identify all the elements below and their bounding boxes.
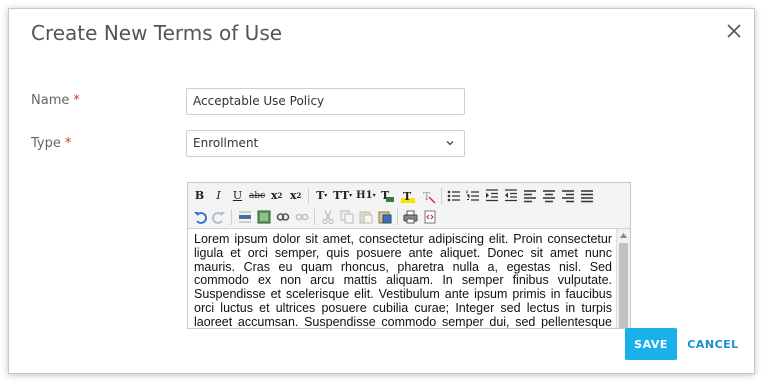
chevron-down-icon	[446, 141, 454, 146]
bold-icon[interactable]: B	[190, 187, 209, 205]
toolbar-separator	[314, 208, 315, 225]
type-select[interactable]: Enrollment	[186, 130, 465, 157]
align-center-icon[interactable]	[540, 187, 559, 205]
type-select-value: Enrollment	[193, 136, 259, 150]
name-input[interactable]: Acceptable Use Policy	[186, 88, 465, 115]
toolbar-separator	[397, 208, 398, 225]
scrollbar-thumb[interactable]	[619, 243, 628, 328]
font-color-icon[interactable]: T	[378, 187, 398, 205]
type-label-text: Type	[31, 136, 61, 151]
name-label-text: Name	[31, 93, 70, 108]
align-right-icon[interactable]	[559, 187, 578, 205]
align-left-icon[interactable]	[521, 187, 540, 205]
copy-icon[interactable]	[337, 208, 356, 226]
save-button[interactable]: SAVE	[625, 328, 677, 360]
justify-icon[interactable]	[578, 187, 597, 205]
italic-icon[interactable]: I	[209, 187, 228, 205]
undo-icon[interactable]	[190, 208, 209, 226]
bullet-list-icon[interactable]	[445, 187, 464, 205]
name-required-mark: *	[73, 93, 80, 108]
source-code-icon[interactable]	[420, 208, 439, 226]
editor-content[interactable]: Lorem ipsum dolor sit amet, consectetur …	[188, 229, 616, 328]
highlight-icon[interactable]: T	[398, 187, 418, 205]
horizontal-rule-icon[interactable]	[235, 208, 254, 226]
terms-of-use-dialog: Create New Terms of Use Name * Acceptable…	[8, 8, 755, 374]
image-icon[interactable]	[254, 208, 273, 226]
subscript-icon[interactable]: x2	[267, 187, 286, 205]
svg-text:T: T	[403, 190, 412, 203]
editor-scrollbar[interactable]	[616, 229, 630, 328]
rich-text-editor[interactable]: B I U abc x2 x2 T ▾ TT ▾ H1 ▾ T T T Lore…	[187, 182, 631, 329]
strikethrough-icon[interactable]: abc	[247, 187, 267, 205]
unlink-icon[interactable]	[292, 208, 311, 226]
paste-icon[interactable]	[356, 208, 375, 226]
underline-icon[interactable]: U	[228, 187, 247, 205]
toolbar-separator	[308, 187, 310, 204]
print-icon[interactable]	[401, 208, 420, 226]
dialog-title: Create New Terms of Use	[31, 21, 283, 45]
font-size-icon[interactable]: T ▾	[312, 187, 331, 205]
indent-icon[interactable]	[483, 187, 502, 205]
toolbar-separator	[440, 187, 442, 204]
text-size-icon[interactable]: TT ▾	[331, 187, 354, 205]
name-label: Name *	[31, 93, 80, 108]
scroll-up-icon[interactable]	[620, 233, 627, 238]
svg-text:T: T	[423, 190, 431, 203]
link-icon[interactable]	[273, 208, 292, 226]
type-required-mark: *	[64, 136, 72, 151]
cancel-button[interactable]: CANCEL	[685, 328, 741, 360]
heading-icon[interactable]: H1 ▾	[354, 187, 377, 205]
editor-toolbar: B I U abc x2 x2 T ▾ TT ▾ H1 ▾ T T T	[188, 183, 630, 229]
numbered-list-icon[interactable]	[464, 187, 483, 205]
clear-format-icon[interactable]: T	[418, 187, 438, 205]
toolbar-separator	[231, 208, 232, 225]
toolbar-row-2	[190, 206, 628, 227]
redo-icon[interactable]	[209, 208, 228, 226]
toolbar-row-1: B I U abc x2 x2 T ▾ TT ▾ H1 ▾ T T T	[190, 185, 628, 206]
cut-icon[interactable]	[318, 208, 337, 226]
name-input-value: Acceptable Use Policy	[193, 94, 325, 108]
paste-word-icon[interactable]	[375, 208, 394, 226]
superscript-icon[interactable]: x2	[286, 187, 305, 205]
close-icon[interactable]	[726, 23, 742, 39]
outdent-icon[interactable]	[502, 187, 521, 205]
type-label: Type *	[31, 136, 71, 151]
